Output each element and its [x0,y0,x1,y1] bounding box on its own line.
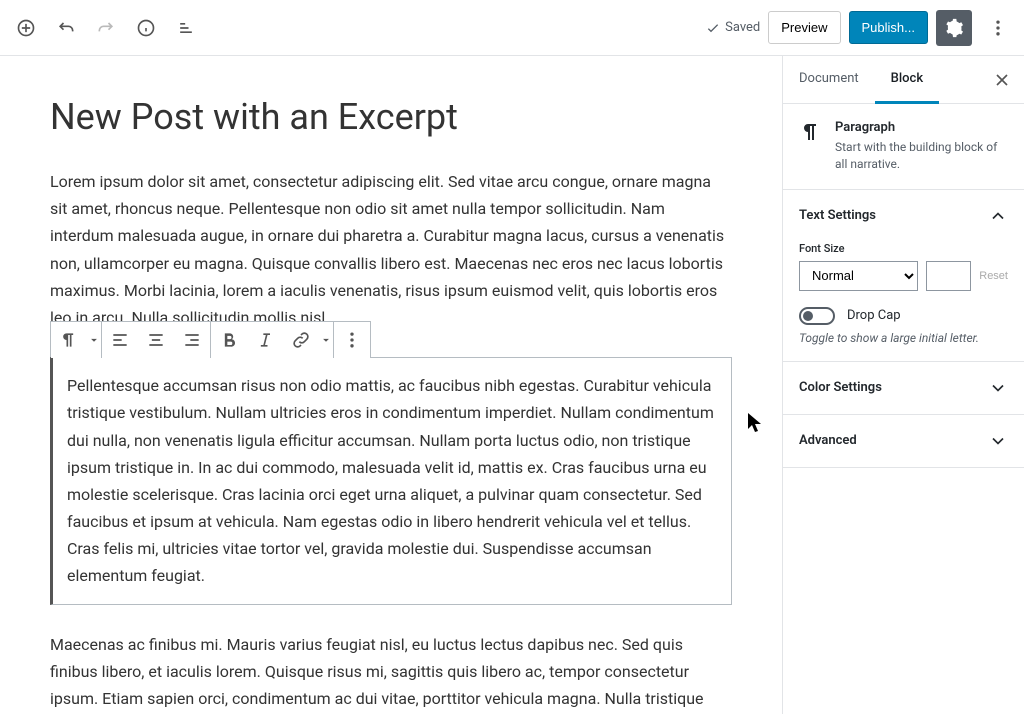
block-more-button[interactable] [334,322,370,358]
top-left-controls [8,10,204,46]
font-size-select[interactable]: Normal [799,261,918,291]
color-settings-panel: Color Settings [783,362,1024,415]
settings-sidebar: Document Block Paragraph Start with the … [782,56,1024,714]
editor-canvas[interactable]: New Post with an Excerpt Lorem ipsum dol… [0,56,782,714]
top-toolbar: Saved Preview Publish... [0,0,1024,56]
block-type-button[interactable] [51,322,87,358]
chevron-down-icon [988,378,1008,398]
paragraph-block-1[interactable]: Lorem ipsum dolor sit amet, consectetur … [50,168,732,331]
publish-button[interactable]: Publish... [849,11,928,44]
block-type-dropdown[interactable] [87,322,101,358]
post-title[interactable]: New Post with an Excerpt [50,96,732,138]
block-card-desc: Start with the building block of all nar… [835,139,1008,173]
tab-block[interactable]: Block [875,56,939,104]
add-block-button[interactable] [8,10,44,46]
more-options-button[interactable] [980,10,1016,46]
italic-button[interactable] [247,322,283,358]
text-settings-header[interactable]: Text Settings [783,190,1024,242]
main-area: New Post with an Excerpt Lorem ipsum dol… [0,56,1024,714]
align-left-button[interactable] [102,322,138,358]
drop-cap-help: Toggle to show a large initial letter. [799,331,1008,345]
drop-cap-label: Drop Cap [847,308,901,323]
font-size-reset-button[interactable]: Reset [979,270,1008,282]
block-card: Paragraph Start with the building block … [783,104,1024,190]
align-right-button[interactable] [174,322,210,358]
block-toolbar [50,321,371,357]
saved-status: Saved [705,20,760,36]
top-right-controls: Saved Preview Publish... [705,10,1016,46]
tab-document[interactable]: Document [783,56,875,104]
paragraph-block-2-text[interactable]: Pellentesque accumsan risus non odio mat… [67,372,717,590]
paragraph-icon [799,120,823,144]
info-button[interactable] [128,10,164,46]
preview-button[interactable]: Preview [768,11,840,44]
align-center-button[interactable] [138,322,174,358]
font-size-input[interactable] [926,261,971,291]
paragraph-block-selected[interactable]: Pellentesque accumsan risus non odio mat… [50,357,732,605]
color-settings-header[interactable]: Color Settings [783,362,1024,414]
chevron-up-icon [988,206,1008,226]
paragraph-block-3[interactable]: Maecenas ac finibus mi. Mauris varius fe… [50,631,732,714]
block-card-title: Paragraph [835,120,1008,135]
text-settings-panel: Text Settings Font Size Normal Reset Dro… [783,190,1024,362]
link-button[interactable] [283,322,319,358]
bold-button[interactable] [211,322,247,358]
close-sidebar-button[interactable] [984,62,1020,98]
settings-button[interactable] [936,10,972,46]
redo-button[interactable] [88,10,124,46]
chevron-down-icon [988,431,1008,451]
font-size-label: Font Size [799,242,1008,255]
format-dropdown[interactable] [319,322,333,358]
advanced-header[interactable]: Advanced [783,415,1024,467]
undo-button[interactable] [48,10,84,46]
advanced-panel: Advanced [783,415,1024,468]
block-navigation-button[interactable] [168,10,204,46]
sidebar-tabs: Document Block [783,56,1024,104]
drop-cap-toggle[interactable] [799,307,835,325]
